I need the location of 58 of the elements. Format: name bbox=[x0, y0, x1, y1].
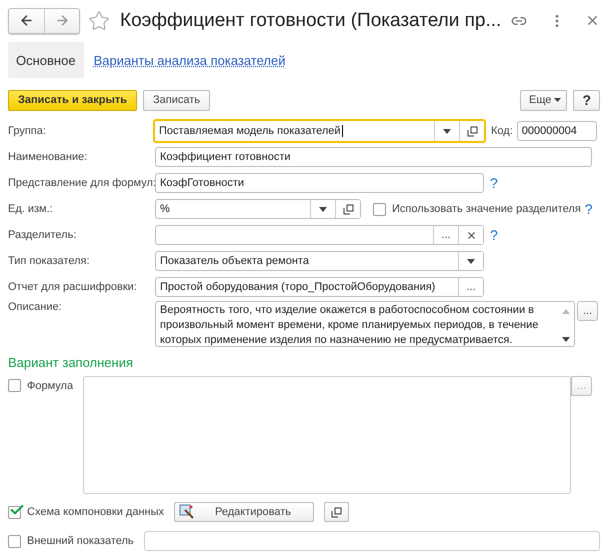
clear-button[interactable] bbox=[458, 226, 483, 244]
open-window-icon bbox=[331, 506, 342, 518]
window-title: Коэффициент готовности (Показатели пр... bbox=[120, 10, 502, 32]
caret-icon bbox=[319, 206, 327, 212]
help-button[interactable]: ? bbox=[573, 90, 600, 110]
help-link[interactable]: ? bbox=[490, 175, 498, 191]
save-button[interactable]: Записать bbox=[143, 90, 210, 110]
checkbox-label: Формула bbox=[27, 380, 74, 392]
tab[interactable]: Основное bbox=[8, 42, 84, 78]
input-field[interactable]: Простой оборудования (торо_ПростойОборудования) ... bbox=[155, 277, 484, 297]
help-link[interactable]: ? bbox=[490, 227, 498, 243]
input-field[interactable]: % bbox=[155, 199, 361, 219]
input-field[interactable]: ... bbox=[155, 225, 484, 245]
open-button[interactable] bbox=[324, 502, 350, 522]
open-button[interactable] bbox=[459, 121, 484, 141]
caret-icon bbox=[443, 128, 451, 134]
field-label: Группа: bbox=[8, 125, 47, 137]
checkbox[interactable] bbox=[373, 202, 386, 216]
input-field[interactable] bbox=[144, 531, 600, 551]
close-icon[interactable] bbox=[585, 13, 600, 28]
star-icon[interactable] bbox=[88, 10, 110, 32]
section-title: Вариант заполнения bbox=[8, 355, 134, 370]
save-and-close-button[interactable]: Записать и закрыть bbox=[8, 90, 138, 110]
wand-icon bbox=[179, 504, 196, 520]
checkbox-label: Схема компоновки данных bbox=[27, 506, 164, 518]
checkbox-label: Использовать значение разделителя bbox=[392, 203, 581, 215]
field-label: Наименование: bbox=[8, 151, 88, 163]
input-field[interactable]: 000000004 bbox=[516, 121, 597, 141]
open-button[interactable] bbox=[335, 200, 360, 218]
input-field[interactable]: Показатель объекта ремонта bbox=[155, 251, 484, 271]
checkbox[interactable] bbox=[8, 506, 21, 518]
checkbox-label: Внешний показатель bbox=[27, 535, 134, 547]
choose-button[interactable]: ... bbox=[458, 278, 483, 296]
input-field[interactable]: КоэфГотовности bbox=[155, 173, 484, 193]
open-window-icon bbox=[342, 204, 354, 214]
choose-button[interactable]: ... bbox=[577, 301, 598, 321]
caret-icon bbox=[554, 98, 562, 102]
field-label: Ед. изм.: bbox=[8, 203, 54, 215]
dropdown-button[interactable] bbox=[458, 252, 483, 270]
field-label: Представление для формул: bbox=[8, 177, 155, 189]
field-label: Разделитель: bbox=[8, 229, 78, 241]
checkbox[interactable] bbox=[8, 534, 21, 548]
edit-button[interactable]: Редактировать bbox=[174, 502, 314, 522]
text-area[interactable]: Вероятность того, что изделие окажется в работоспособном состоянии в произвольный момент времени, кроме планируемых периодов, в течение которых применение изделия по назначению не предусматривается. bbox=[155, 301, 575, 347]
arrow-right-icon bbox=[54, 13, 70, 28]
tab[interactable]: Варианты анализа показателей bbox=[94, 52, 286, 68]
field-label: Код: bbox=[491, 125, 513, 137]
caret-icon bbox=[467, 258, 475, 264]
help-link[interactable]: ? bbox=[584, 201, 593, 217]
field-label: Описание: bbox=[8, 301, 63, 313]
scroll-down-icon[interactable] bbox=[562, 337, 570, 342]
field-label: Отчет для расшифровки: bbox=[8, 281, 138, 293]
input-field[interactable]: Поставляемая модель показателей bbox=[153, 119, 486, 143]
input-field[interactable]: Коэффициент готовности bbox=[155, 147, 592, 167]
field-label: Тип показателя: bbox=[8, 255, 91, 267]
more-button[interactable]: Еще bbox=[520, 90, 568, 110]
open-window-icon bbox=[466, 126, 478, 136]
close-icon bbox=[466, 230, 476, 240]
